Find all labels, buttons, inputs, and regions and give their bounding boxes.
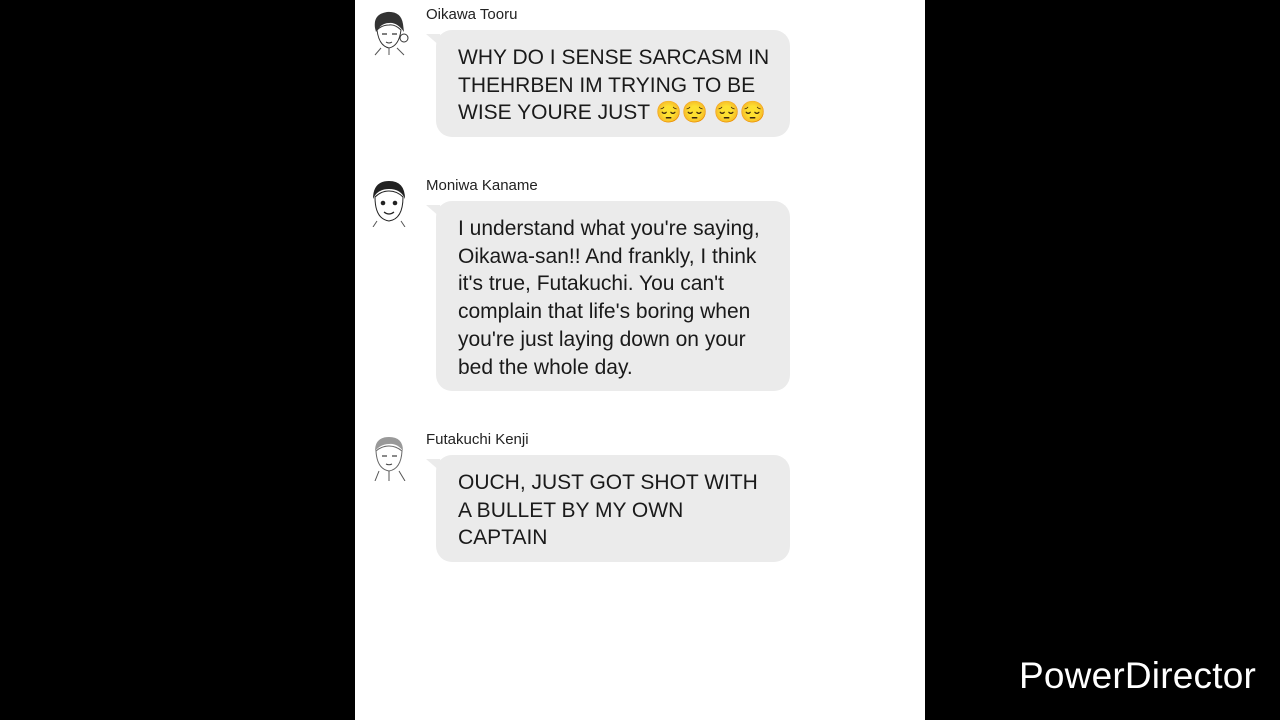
sender-name: Futakuchi Kenji (426, 431, 529, 448)
message-bubble: OUCH, JUST GOT SHOT WITH A BULLET BY MY … (436, 455, 790, 563)
video-frame: Oikawa Tooru WHY DO I SENSE SARCASM IN T… (0, 0, 1280, 720)
chat-panel: Oikawa Tooru WHY DO I SENSE SARCASM IN T… (355, 0, 925, 720)
futakuchi-avatar-icon (367, 433, 411, 481)
moniwa-avatar-icon (367, 179, 411, 227)
powerdirector-watermark: PowerDirector (1019, 655, 1256, 696)
sender-name: Oikawa Tooru (426, 6, 518, 23)
sender-name: Moniwa Kaname (426, 177, 538, 194)
oikawa-avatar-icon (367, 8, 411, 56)
message-bubble: I understand what you're saying, Oikawa-… (436, 201, 790, 392)
message-bubble: WHY DO I SENSE SARCASM IN THEHRBEN IM TR… (436, 30, 790, 138)
